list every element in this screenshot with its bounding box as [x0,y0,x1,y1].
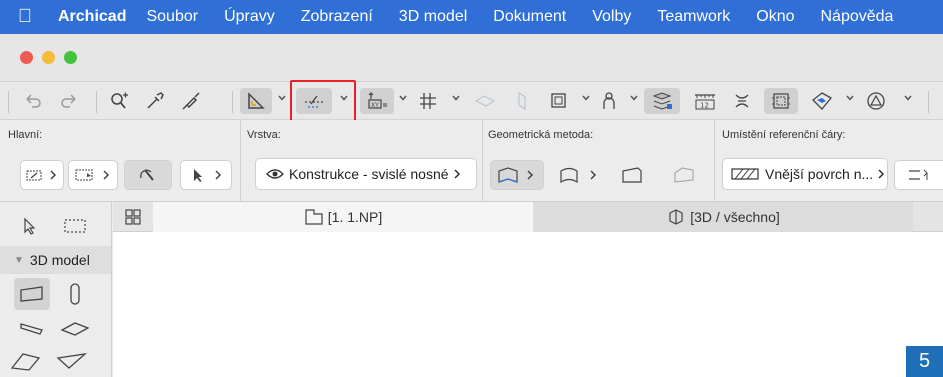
slab-tool-icon[interactable] [56,314,94,344]
panel-divider [714,120,715,202]
marquee-tool-icon[interactable] [60,214,90,238]
menu-napoveda[interactable]: Nápověda [821,8,894,26]
roof-tool-icon[interactable] [6,346,46,376]
close-window-button[interactable] [20,51,33,64]
menu-zobrazeni[interactable]: Zobrazení [301,8,373,26]
syringe-icon[interactable] [176,88,206,114]
menu-soubor[interactable]: Soubor [146,8,198,26]
reference-line-label: Umístění referenční čáry: [722,129,846,141]
zoom-window-button[interactable] [64,51,77,64]
chevron-down-icon[interactable] [582,94,590,102]
navigator-grid-icon[interactable] [113,202,153,232]
column-tool-icon[interactable] [60,278,90,310]
tab-3d-view-label: [3D / všechno] [690,209,780,225]
menu-archicad[interactable]: Archicad [58,8,126,26]
menu-3d-model[interactable]: 3D model [399,8,467,26]
toolbar-separator [8,91,9,113]
gravity-plane-icon[interactable] [470,88,500,114]
undo-icon[interactable] [20,88,46,114]
arrow-tool-button[interactable] [180,160,232,190]
marquee-selection-button[interactable] [68,160,118,190]
main-label: Hlavní: [8,129,43,141]
geometry-polygon-button[interactable] [664,160,704,190]
vertical-plane-icon[interactable] [510,88,534,114]
toolbar-separator [928,91,929,113]
chevron-down-icon[interactable] [399,94,407,102]
menu-bar:  Archicad Soubor Úpravy Zobrazení 3D mo… [0,0,943,34]
geometry-straight-button[interactable] [490,160,544,190]
arrow-tool-icon[interactable] [18,214,42,238]
menu-dokument[interactable]: Dokument [493,8,566,26]
svg-text:12: 12 [700,102,709,110]
eyedropper-icon[interactable] [140,88,170,114]
chevron-right-icon [454,169,460,179]
layer-select[interactable]: Konstrukce - svislé nosné [255,158,477,190]
chevron-right-icon [878,169,885,179]
trace-reference-icon[interactable] [764,88,798,114]
standard-toolbar: XY 12 [0,82,943,120]
minimize-window-button[interactable] [42,51,55,64]
chevron-down-icon[interactable] [904,94,912,102]
tab-floor-plan-label: [1. 1.NP] [327,209,383,225]
eye-icon [266,169,284,179]
chevron-down-icon[interactable] [452,94,460,102]
toolbox: ▼ 3D model [0,202,112,377]
toolbar-separator [96,91,97,113]
window-titlebar [0,34,943,82]
guide-line-icon[interactable] [240,88,272,114]
shape-icon[interactable] [862,88,890,114]
toolbox-section-3d-model[interactable]: ▼ 3D model [0,246,111,274]
3d-view-icon [669,209,683,225]
chevron-down-icon[interactable] [846,94,854,102]
geometry-trapezoid-button[interactable] [612,160,652,190]
panel-divider [240,120,241,202]
tab-3d-view[interactable]: [3D / všechno] [533,202,913,232]
dimension-icon[interactable]: 12 [690,88,720,114]
reference-line-value: Vnější povrch n... [765,166,874,182]
xy-coordinates-icon[interactable]: XY [360,88,394,114]
grid-snap-icon[interactable] [414,88,442,114]
toolbox-section-label: 3D model [29,252,90,268]
person-icon[interactable] [596,88,622,114]
layer-display-icon[interactable] [644,88,680,114]
view-tab-bar: [1. 1.NP] [3D / všechno] [113,202,943,232]
step-number-badge: 5 [906,346,943,377]
layer-value: Konstrukce - svislé nosné [289,166,449,182]
wall-tool-icon[interactable] [14,278,50,310]
fit-intersection-icon[interactable] [728,88,756,114]
selection-method-button[interactable] [20,160,64,190]
disclosure-triangle-icon: ▼ [14,254,24,266]
redo-icon[interactable] [56,88,82,114]
wall-hatch-icon [731,168,759,180]
floor-plan-icon [305,209,323,225]
panel-divider [482,120,483,202]
info-box: Hlavní: Vrstva: Geometrická metoda: Umís… [0,120,943,202]
svg-text:XY: XY [371,102,379,109]
chevron-down-icon[interactable] [630,94,638,102]
toolbar-separator [232,91,233,113]
chevron-down-icon[interactable] [278,94,286,102]
menu-upravy[interactable]: Úpravy [224,8,275,26]
magic-wand-button[interactable] [124,160,172,190]
menu-teamwork[interactable]: Teamwork [657,8,730,26]
geometry-curved-button[interactable] [550,160,608,190]
menu-volby[interactable]: Volby [592,8,631,26]
layer-label: Vrstva: [247,129,281,141]
beam-tool-icon[interactable] [14,314,50,344]
apple-icon[interactable]:  [0,6,50,28]
tab-floor-plan[interactable]: [1. 1.NP] [153,202,533,232]
layer-box-icon[interactable] [544,88,574,114]
find-select-icon[interactable] [104,88,134,114]
view-3d-icon[interactable] [808,88,836,114]
menu-okno[interactable]: Okno [756,8,794,26]
geometry-method-label: Geometrická metoda: [488,129,594,141]
reference-line-select[interactable]: Vnější povrch n... [722,158,888,190]
reference-line-offset-button[interactable] [894,160,943,190]
shell-tool-icon[interactable] [52,346,92,376]
drawing-canvas[interactable] [113,232,943,377]
